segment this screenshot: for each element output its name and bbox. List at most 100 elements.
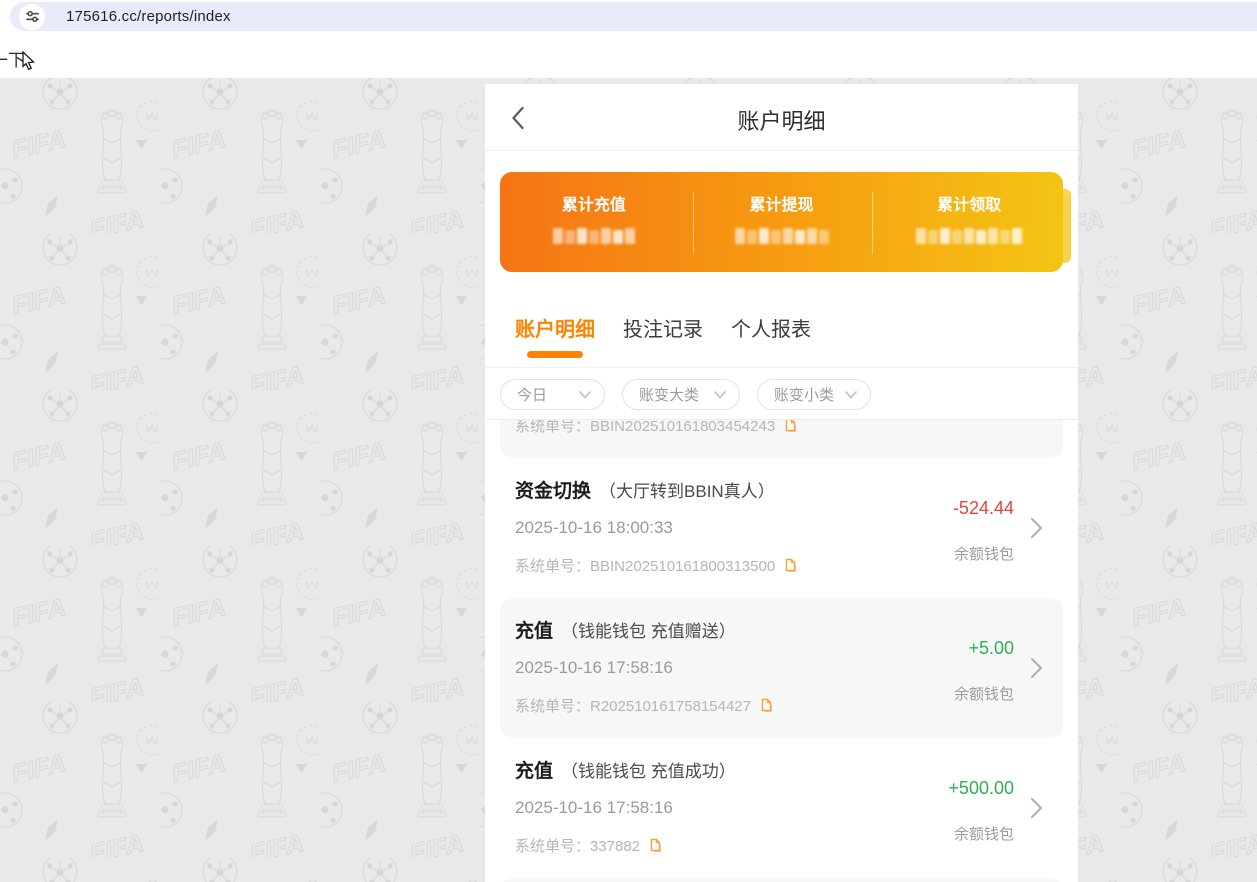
mask-block	[916, 228, 926, 244]
mask-block	[771, 230, 781, 244]
transaction-type: 资金切换	[515, 476, 591, 503]
transaction-heading: 资金切换 （大厅转到BBIN真人）	[515, 476, 775, 503]
tab-active-underline	[743, 351, 799, 358]
transaction-row[interactable]: 资金切换 （大厅转到BBIN真人） 2025-10-16 18:00:33 系统单号：…	[500, 458, 1063, 598]
row-chevron	[1030, 517, 1043, 539]
mask-block	[613, 230, 623, 244]
transaction-wallet: 余额钱包	[954, 823, 1014, 844]
url-pill[interactable]: 175616.cc/reports/index	[10, 2, 1257, 31]
mask-block	[1000, 230, 1010, 244]
chevron-right-icon	[1030, 797, 1043, 819]
summary-stat: 累计领取	[875, 172, 1063, 272]
transaction-right: -524.44 余额钱包	[953, 458, 1043, 598]
tab-账户明细[interactable]: 账户明细	[515, 313, 595, 358]
transaction-subtype: （钱能钱包 充值赠送）	[561, 617, 736, 642]
transaction-row[interactable]: 充值（钱能钱包 充值成功）2025-10-16 17:58:16系统单号：337…	[500, 738, 1063, 878]
transaction-wallet: 余额钱包	[954, 543, 1014, 564]
mask-block	[553, 228, 563, 244]
browser-address-bar: 175616.cc/reports/index	[0, 0, 1257, 32]
summary-card: 累计充值 累计提现 累计领取	[500, 172, 1063, 272]
summary-stat-label: 累计领取	[937, 191, 1001, 215]
transaction-order-line: 系统单号：BBIN202510161803454243	[515, 420, 796, 436]
chevron-down-icon	[845, 391, 857, 399]
filter-label: 账变小类	[774, 384, 834, 405]
tab-个人报表[interactable]: 个人报表	[731, 313, 811, 358]
filter-dropdown[interactable]: 账变大类	[622, 379, 740, 410]
copy-icon	[648, 838, 661, 853]
transaction-row[interactable]: 系统单号：BBIN202510161803454243	[500, 420, 1063, 458]
mask-block	[747, 230, 757, 244]
filter-dropdown[interactable]: 今日	[500, 379, 605, 410]
tabs: 账户明细投注记录个人报表	[515, 313, 811, 358]
transaction-type: 充值	[515, 616, 553, 643]
next-card-peek	[1063, 189, 1071, 263]
tab-label: 账户明细	[515, 313, 595, 342]
mask-block	[601, 228, 611, 244]
transaction-subtype: （大厅转到BBIN真人）	[599, 477, 775, 502]
filter-dropdown[interactable]: 账变小类	[757, 379, 871, 410]
copy-order-button[interactable]	[783, 558, 796, 573]
mask-block	[759, 228, 769, 244]
copy-order-button[interactable]	[783, 420, 796, 433]
transaction-heading: 充值 （钱能钱包 充值赠送）	[515, 616, 736, 643]
browser-window: 175616.cc/reports/index 一下	[0, 0, 1257, 882]
transaction-list: 系统单号：BBIN202510161803454243 资金切换 （大厅转到BBIN…	[485, 420, 1078, 882]
mask-block	[1012, 228, 1022, 244]
mask-block	[625, 228, 635, 244]
copy-order-button[interactable]	[759, 698, 772, 713]
mask-block	[807, 228, 817, 244]
transaction-order-no: 系统单号：R202510161758154427	[515, 695, 751, 716]
transaction-amount: +500.00	[948, 778, 1014, 799]
panel-header: 账户明细	[485, 84, 1078, 151]
card-divider	[872, 192, 873, 254]
filter-bar: 今日 账变大类 账变小类	[485, 368, 1078, 420]
transaction-wallet: 余额钱包	[954, 683, 1014, 704]
transaction-order-no: 系统单号：BBIN202510161800313500	[515, 555, 775, 576]
transaction-datetime: 2025-10-16 17:58:16	[515, 658, 673, 678]
mask-block	[940, 228, 950, 244]
transaction-amount: -524.44	[953, 498, 1014, 519]
transaction-amount: +5.00	[968, 638, 1014, 659]
transaction-row[interactable]: 充值 （钱能钱包 充值赠送） 2025-10-16 17:58:16 系统单号：R20…	[500, 598, 1063, 738]
mask-block	[783, 228, 793, 244]
transaction-datetime: 2025-10-16 18:00:33	[515, 518, 673, 538]
transaction-right: +5.00 余额钱包	[954, 598, 1043, 738]
summary-stat-masked-value	[553, 228, 635, 244]
summary-stat: 累计充值	[500, 172, 688, 272]
copy-icon	[783, 420, 796, 433]
card-divider	[693, 192, 694, 254]
mask-block	[952, 230, 962, 244]
transaction-amounts: +5.00 余额钱包	[954, 638, 1014, 704]
chevron-down-icon	[714, 391, 726, 399]
mask-block	[577, 228, 587, 244]
copy-order-button[interactable]	[648, 838, 661, 853]
transaction-order-no: 系统单号：BBIN202510161803454243	[515, 420, 775, 436]
mask-block	[988, 228, 998, 244]
mask-block	[964, 228, 974, 244]
transaction-subtype: （钱能钱包 充值成功）	[561, 757, 736, 782]
chevron-right-icon	[1030, 517, 1043, 539]
account-detail-panel: 账户明细 累计充值累计提现累计领取 账户明细投注记录个人报表 今日账变大类账变小…	[485, 84, 1078, 882]
mask-block	[735, 228, 745, 244]
chevron-down-icon	[579, 391, 591, 399]
tab-active-underline	[527, 351, 583, 358]
url-text[interactable]: 175616.cc/reports/index	[66, 8, 231, 25]
transaction-order-line: 系统单号：R202510161758154427	[515, 695, 772, 716]
transaction-heading: 充值 （钱能钱包 充值成功）	[515, 756, 736, 783]
copy-icon	[759, 698, 772, 713]
tab-active-underline	[635, 351, 691, 358]
summary-stat-label: 累计充值	[562, 191, 626, 215]
tab-label: 个人报表	[731, 313, 811, 342]
mask-block	[819, 230, 829, 244]
copy-icon	[783, 558, 796, 573]
transaction-order-line: 系统单号：337882	[515, 835, 661, 856]
summary-stat-label: 累计提现	[750, 191, 814, 215]
transaction-row[interactable]	[500, 878, 1063, 882]
tab-投注记录[interactable]: 投注记录	[623, 313, 703, 358]
chevron-right-icon	[1030, 657, 1043, 679]
mask-block	[976, 230, 986, 244]
filter-label: 今日	[517, 384, 547, 405]
site-settings-icon[interactable]	[19, 4, 45, 30]
row-chevron	[1030, 797, 1043, 819]
transaction-type: 充值	[515, 756, 553, 783]
